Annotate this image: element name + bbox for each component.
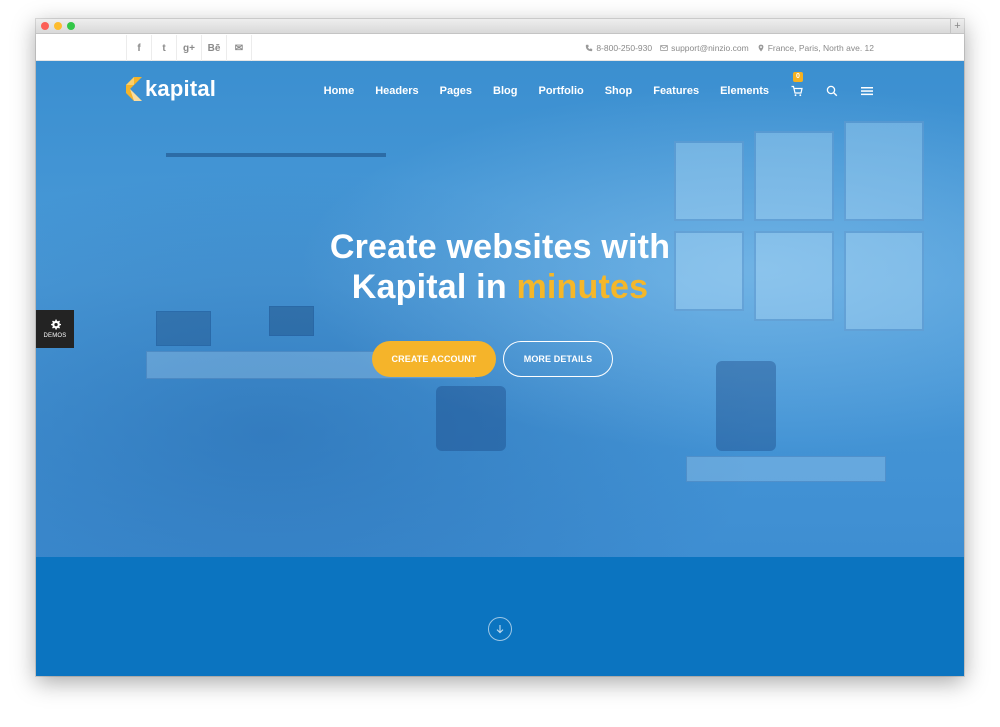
create-account-button[interactable]: CREATE ACCOUNT	[372, 341, 496, 377]
logo-text: kapital	[145, 76, 217, 101]
more-details-button[interactable]: MORE DETAILS	[503, 341, 613, 377]
headline-line-2: Kapital in	[351, 268, 517, 306]
office-side-desk	[686, 456, 886, 482]
address-text: France, Paris, North ave. 12	[767, 43, 874, 53]
browser-titlebar: +	[36, 19, 964, 34]
cart-button[interactable]: 0	[790, 72, 804, 98]
maximize-window-button[interactable]	[67, 22, 75, 30]
minimize-window-button[interactable]	[54, 22, 62, 30]
nav-headers[interactable]: Headers	[375, 85, 418, 97]
main-navigation: Home Headers Pages Blog Portfolio Shop F…	[303, 72, 874, 103]
nav-elements[interactable]: Elements	[720, 85, 769, 97]
phone-item: 8-800-250-930	[585, 43, 652, 53]
demos-label: DEMOS	[43, 333, 67, 339]
behance-icon[interactable]: Bē	[202, 35, 227, 61]
nav-shop[interactable]: Shop	[605, 85, 633, 97]
menu-button[interactable]	[860, 84, 874, 98]
arrow-down-icon	[496, 625, 504, 634]
top-info-bar: f t g+ Bē ✉ 8-800-250-930 support@ninzio…	[36, 35, 964, 61]
search-icon	[826, 85, 838, 97]
close-window-button[interactable]	[41, 22, 49, 30]
email-item: support@ninzio.com	[660, 43, 749, 53]
map-pin-icon	[758, 44, 764, 52]
hero-headline: Create websites with Kapital in minutes	[36, 227, 964, 307]
browser-window: + f t g+ Bē ✉ 8-800-250-930 support@ninz…	[36, 19, 964, 676]
office-monitor-2	[156, 311, 211, 346]
lower-section	[36, 557, 964, 676]
office-monitor	[269, 306, 314, 336]
cart-icon	[791, 85, 803, 97]
nav-features[interactable]: Features	[653, 85, 699, 97]
nav-blog[interactable]: Blog	[493, 85, 517, 97]
cart-count-badge: 0	[793, 72, 803, 82]
scroll-down-button[interactable]	[488, 617, 512, 641]
ceiling-lamp	[166, 153, 386, 157]
logo-mark-icon	[126, 77, 142, 101]
twitter-icon[interactable]: t	[152, 35, 177, 61]
phone-icon	[586, 44, 593, 52]
nav-home[interactable]: Home	[324, 85, 355, 97]
gear-icon	[50, 319, 61, 330]
headline-accent: minutes	[516, 268, 649, 306]
search-button[interactable]	[825, 84, 839, 98]
phone-number[interactable]: 8-800-250-930	[596, 43, 652, 53]
google-plus-icon[interactable]: g+	[177, 35, 202, 61]
menu-icon	[861, 87, 873, 96]
nav-portfolio[interactable]: Portfolio	[539, 85, 584, 97]
envelope-icon	[660, 45, 668, 51]
demos-button[interactable]: DEMOS	[36, 310, 74, 348]
site-logo[interactable]: kapital	[126, 76, 216, 102]
facebook-icon[interactable]: f	[127, 35, 152, 61]
mail-icon[interactable]: ✉	[227, 35, 252, 61]
email-link[interactable]: support@ninzio.com	[671, 43, 749, 53]
social-links: f t g+ Bē ✉	[126, 35, 252, 61]
address-item: France, Paris, North ave. 12	[757, 43, 874, 53]
hero-section: kapital Home Headers Pages Blog Portfoli…	[36, 61, 964, 557]
nav-pages[interactable]: Pages	[440, 85, 472, 97]
headline-line-1: Create websites with	[329, 228, 671, 266]
contact-info: 8-800-250-930 support@ninzio.com France,…	[585, 35, 874, 61]
office-chair-2	[716, 361, 776, 451]
office-chair	[436, 386, 506, 451]
new-tab-button[interactable]: +	[950, 19, 964, 34]
